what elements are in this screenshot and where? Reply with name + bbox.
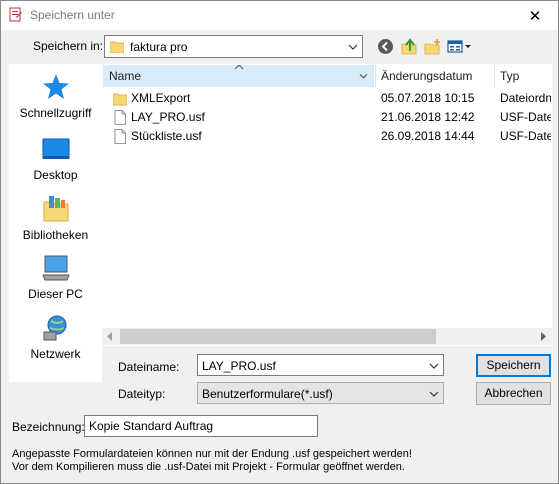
place-dieser-pc[interactable]: Dieser PC [9, 253, 102, 301]
filename-input[interactable]: LAY_PRO.usf [197, 354, 444, 376]
file-row-lay-pro[interactable]: LAY_PRO.usf 21.06.2018 12:42 USF-Datei [103, 108, 552, 127]
scroll-left-icon[interactable] [107, 332, 113, 341]
file-name: XMLExport [131, 91, 191, 105]
place-label: Schnellzugriff [19, 106, 92, 120]
sort-ascending-icon [234, 65, 244, 70]
scroll-right-icon[interactable] [541, 332, 547, 341]
up-folder-icon[interactable] [401, 38, 418, 55]
file-list[interactable]: Name Änderungsdatum Typ XMLExport 05.07.… [102, 64, 552, 346]
filetype-label: Dateityp: [118, 387, 166, 401]
cancel-button[interactable]: Abbrechen [476, 382, 551, 405]
place-label: Netzwerk [30, 347, 81, 361]
close-button[interactable]: ✕ [512, 1, 558, 30]
folder-icon [110, 41, 124, 53]
description-value: Kopie Standard Auftrag [89, 419, 214, 433]
window-title: Speichern unter [30, 8, 115, 22]
app-icon [9, 7, 22, 22]
file-type: Dateiordn [500, 91, 552, 105]
file-name: Stückliste.usf [131, 129, 202, 143]
file-row-stueckliste[interactable]: Stückliste.usf 26.09.2018 14:44 USF-Date… [103, 127, 552, 146]
libraries-icon [43, 196, 68, 222]
filetype-dropdown[interactable]: Benutzerformulare(*.usf) [197, 382, 444, 404]
chevron-down-icon [359, 73, 368, 79]
view-menu-icon[interactable] [447, 38, 473, 55]
file-icon [114, 129, 126, 144]
close-icon: ✕ [528, 7, 542, 25]
place-label: Dieser PC [28, 287, 83, 301]
place-desktop[interactable]: Desktop [9, 134, 102, 182]
back-icon[interactable] [377, 38, 394, 55]
chevron-down-icon[interactable] [429, 363, 439, 369]
file-date: 05.07.2018 10:15 [381, 91, 475, 105]
file-row-xmlexport[interactable]: XMLExport 05.07.2018 10:15 Dateiordn [103, 89, 552, 108]
file-date: 26.09.2018 14:44 [381, 129, 475, 143]
place-bibliotheken[interactable]: Bibliotheken [9, 194, 102, 242]
filename-value: LAY_PRO.usf [202, 359, 276, 373]
desktop-icon [42, 138, 69, 159]
place-label: Bibliotheken [22, 228, 89, 242]
new-folder-icon[interactable] [424, 38, 441, 55]
scrollbar-thumb[interactable] [120, 329, 436, 344]
filename-label: Dateiname: [118, 360, 180, 374]
info-text-line1: Angepasste Formulardateien können nur mi… [12, 448, 412, 460]
places-bar: Schnellzugriff Desktop Bibliotheken Dies… [9, 64, 102, 382]
save-button[interactable]: Speichern [476, 354, 551, 377]
file-type: USF-Datei [500, 129, 552, 143]
this-pc-icon [41, 255, 70, 281]
place-netzwerk[interactable]: Netzwerk [9, 313, 102, 361]
column-header-date[interactable]: Änderungsdatum [375, 65, 494, 87]
title-bar: Speichern unter ✕ [1, 1, 558, 30]
file-date: 21.06.2018 12:42 [381, 110, 475, 124]
info-text-line2: Vor dem Kompilieren muss die .usf-Datei … [12, 461, 405, 473]
place-schnellzugriff[interactable]: Schnellzugriff [9, 72, 102, 120]
lookin-value: faktura pro [130, 40, 188, 54]
file-icon [114, 110, 126, 125]
filetype-value: Benutzerformulare(*.usf) [202, 387, 333, 401]
place-label: Desktop [33, 168, 78, 182]
file-type: USF-Datei [500, 110, 552, 124]
file-name: LAY_PRO.usf [131, 110, 205, 124]
column-header-type[interactable]: Typ [494, 65, 551, 87]
column-header-name[interactable]: Name [103, 65, 375, 87]
chevron-down-icon [429, 391, 439, 397]
description-label: Bezeichnung: [12, 420, 85, 434]
description-input[interactable]: Kopie Standard Auftrag [84, 415, 318, 437]
network-icon [43, 315, 66, 341]
lookin-label: Speichern in: [33, 39, 104, 53]
quick-access-star-icon [42, 74, 69, 99]
chevron-down-icon [348, 44, 358, 50]
lookin-dropdown[interactable]: faktura pro [104, 35, 363, 58]
save-as-dialog: Speichern unter ✕ Speichern in: faktura … [0, 0, 559, 484]
horizontal-scrollbar[interactable] [102, 328, 552, 345]
folder-icon [113, 93, 127, 106]
